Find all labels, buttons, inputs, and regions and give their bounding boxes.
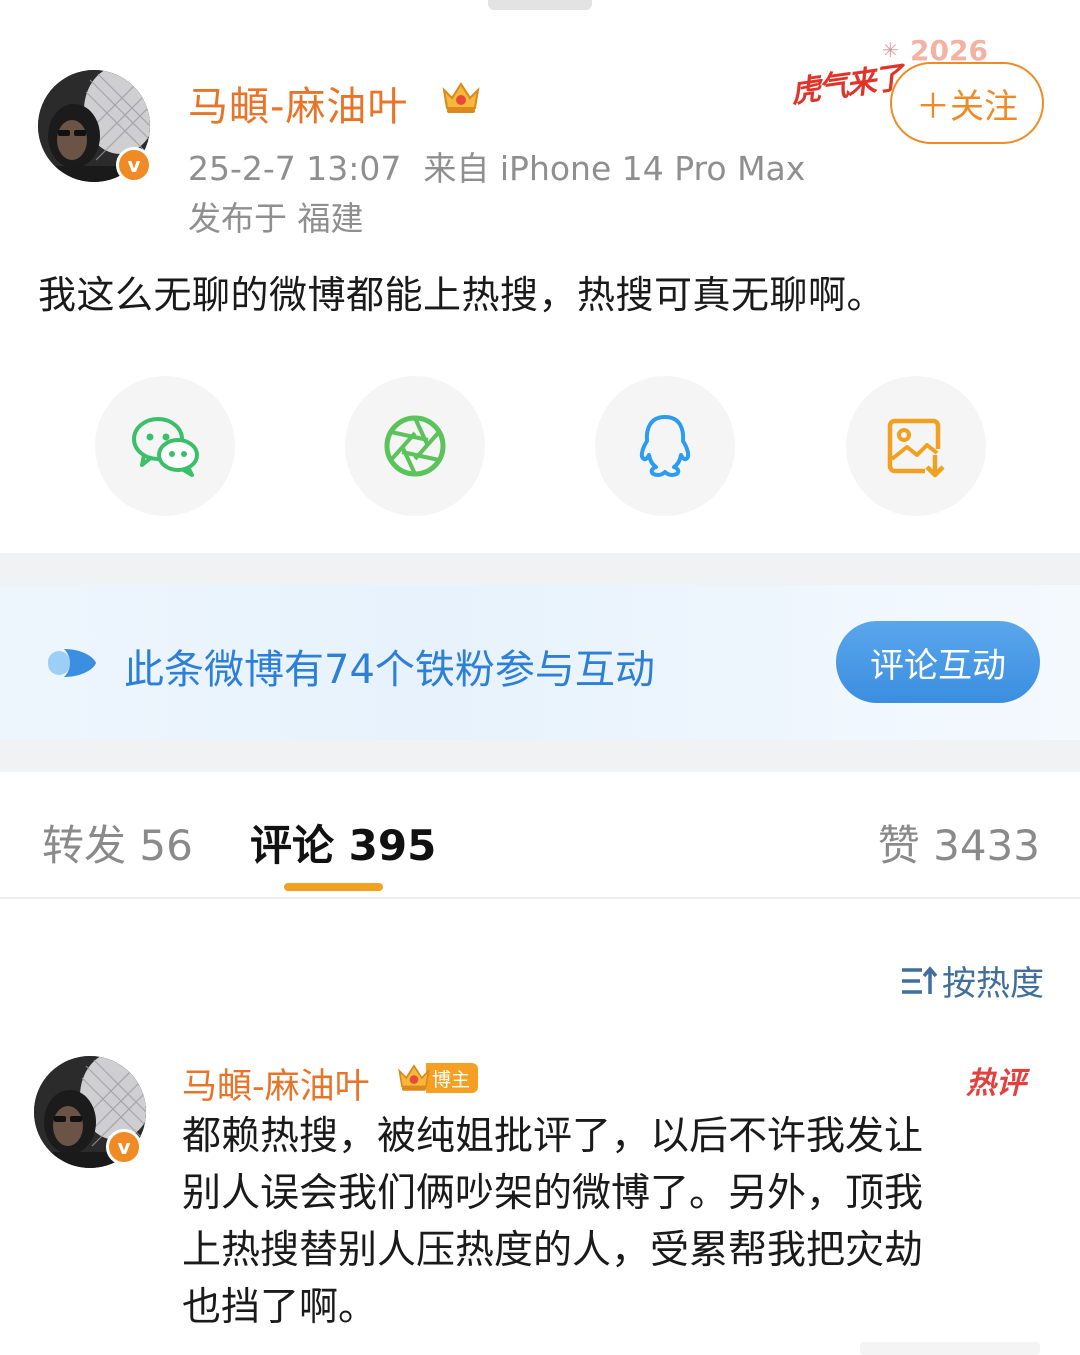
save-image-button[interactable] (846, 376, 986, 516)
crown-icon (398, 1064, 430, 1091)
crown-icon (442, 82, 480, 113)
comment-author-name[interactable]: 马頔-麻油叶 (182, 1058, 370, 1109)
post-location: 发布于 福建 (188, 199, 364, 238)
share-qq-button[interactable] (595, 376, 735, 516)
comment-verified-badge-icon: v (106, 1129, 142, 1165)
tiger-stamp: 虎气来了 (788, 60, 905, 111)
sort-icon (902, 965, 938, 994)
tab-likes[interactable]: 赞 3433 (878, 812, 1040, 873)
tabs-divider (0, 897, 1080, 899)
share-wechat-button[interactable] (95, 376, 235, 516)
save-image-icon (887, 418, 945, 478)
comment-interact-button[interactable]: 评论互动 (836, 621, 1040, 703)
comment-line: 都赖热搜，被纯姐批评了，以后不许我发让 (182, 1114, 924, 1159)
hot-comment-badge: 热评 (966, 1066, 1026, 1101)
post-text: 我这么无聊的微博都能上热搜，热搜可真无聊啊。 (38, 273, 886, 317)
comment-actions-partial (860, 1342, 1040, 1355)
comment-line: 别人误会我们俩吵架的微博了。另外，顶我 (182, 1171, 924, 1216)
post-meta: 25-2-7 13:07 来自 iPhone 14 Pro Max (188, 142, 805, 190)
tab-reposts[interactable]: 转发 56 (42, 812, 193, 873)
post-source: 来自 iPhone 14 Pro Max (423, 149, 806, 188)
section-divider (0, 740, 1080, 772)
verified-badge-icon: v (116, 147, 152, 183)
post-author-name[interactable]: 马頔-麻油叶 (188, 74, 408, 132)
section-divider (0, 553, 1080, 585)
comment-text: 都赖热搜，被纯姐批评了，以后不许我发让 别人误会我们俩吵架的微博了。另外，顶我 … (182, 1108, 1032, 1336)
moments-icon (384, 415, 446, 477)
comment-line: 上热搜替别人压热度的人，受累帮我把灾劫 (182, 1228, 924, 1273)
sort-label: 按热度 (942, 964, 1044, 1004)
fans-icon (48, 649, 96, 677)
wechat-icon (132, 417, 199, 477)
author-tag-badge: 博主 (426, 1063, 479, 1093)
share-moments-button[interactable] (345, 376, 485, 516)
comment-line: 也挡了啊。 (182, 1285, 378, 1330)
tab-comments[interactable]: 评论 395 (250, 812, 436, 873)
sort-by-heat-button[interactable]: 按热度 (900, 956, 1044, 1005)
fans-banner-text: 此条微博有74个铁粉参与互动 (124, 647, 655, 693)
sheet-handle[interactable] (488, 0, 592, 10)
fans-interaction-banner[interactable]: 此条微博有74个铁粉参与互动 评论互动 (0, 585, 1080, 740)
qq-icon (639, 415, 691, 477)
active-tab-indicator (284, 883, 383, 891)
follow-button[interactable]: ＋关注 (890, 62, 1044, 144)
post-timestamp: 25-2-7 13:07 (188, 149, 402, 188)
